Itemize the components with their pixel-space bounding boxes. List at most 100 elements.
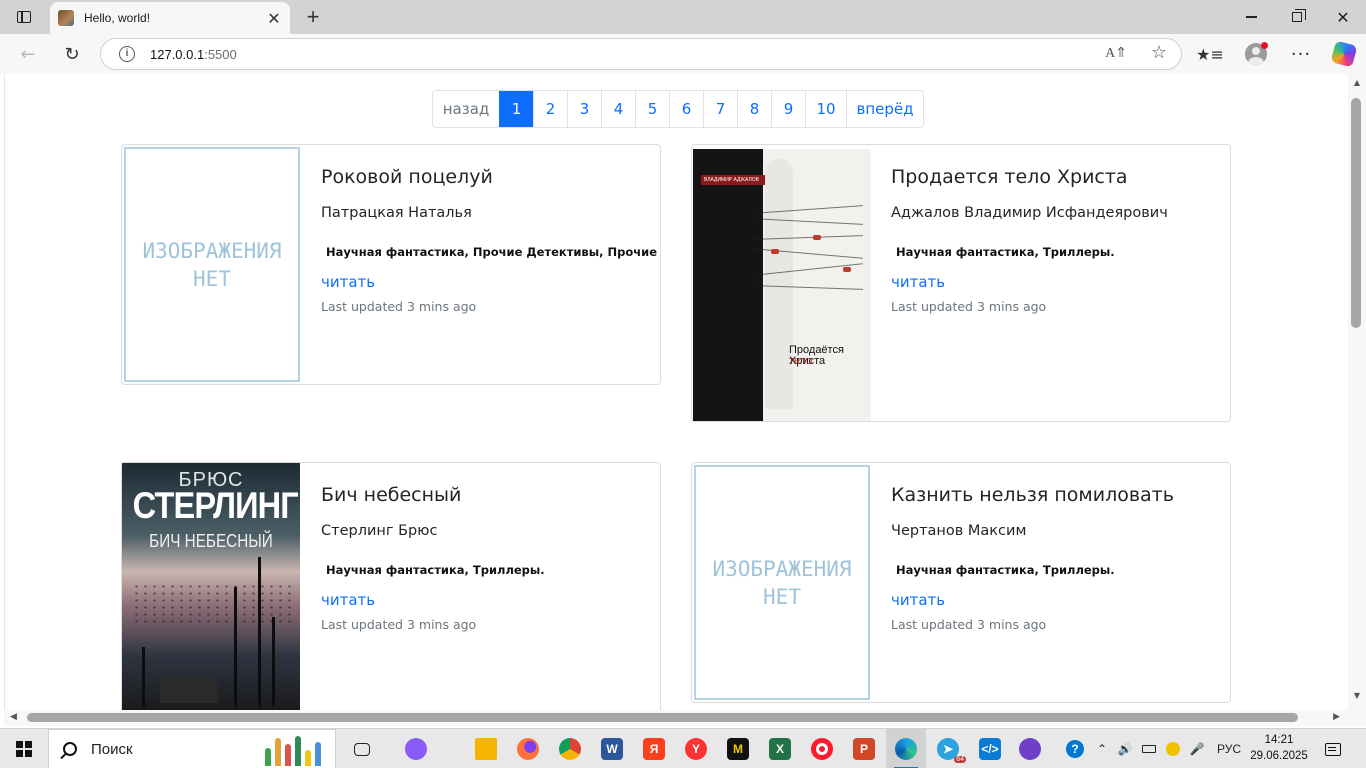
pagination-page-3[interactable]: 3 [567,91,601,127]
show-hidden-icons[interactable]: ⌃ [1092,729,1112,768]
powerpoint-icon[interactable]: P [844,729,884,768]
close-window-button[interactable]: ✕ [1320,0,1366,34]
back-icon[interactable]: ← [12,38,44,70]
browser-tab[interactable]: Hello, world! ✕ [50,2,290,34]
read-link[interactable]: читать [321,591,375,609]
battery-icon[interactable] [1138,729,1160,768]
horizontal-scrollbar[interactable]: ◀ ▶ [4,710,1348,726]
last-updated: Last updated 3 mins ago [891,617,1047,632]
excel-icon[interactable]: X [760,729,800,768]
scroll-down-icon[interactable]: ▼ [1348,691,1366,700]
vertical-scrollbar[interactable]: ▲ ▼ [1348,74,1366,710]
pagination-page-9[interactable]: 9 [771,91,805,127]
search-icon [63,742,77,756]
help-icon[interactable]: ? [1062,729,1088,768]
scroll-right-icon[interactable]: ▶ [1333,712,1340,722]
page-viewport: назад 1 2 3 4 5 6 7 8 9 10 вперёд ИЗОБРА… [4,74,1348,710]
pagination-page-2[interactable]: 2 [533,91,567,127]
cover-title: БИЧ НЕБЕСНЫЙ [149,531,273,551]
last-updated: Last updated 3 mins ago [321,617,477,632]
microphone-icon[interactable]: 🎤 [1186,729,1208,768]
book-cover: ИЗОБРАЖЕНИЯ НЕТ [692,463,870,702]
vscode-icon[interactable]: </> [970,729,1010,768]
no-image-line-2: НЕТ [763,584,801,609]
more-icon[interactable]: ··· [1285,38,1317,70]
copilot-icon[interactable] [1328,38,1360,70]
opera-icon[interactable] [802,729,842,768]
restore-button[interactable] [1274,0,1320,34]
sidebar-icon[interactable] [10,6,38,28]
address-bar[interactable]: i 127.0.0.1:5500 A⇑ ☆ [100,38,1182,70]
book-author: Чертанов Максим [891,523,1027,539]
firefox-icon[interactable] [508,729,548,768]
no-image-placeholder: ИЗОБРАЖЕНИЯ НЕТ [694,465,870,700]
url-text[interactable]: 127.0.0.1:5500 [150,47,237,62]
no-image-placeholder: ИЗОБРАЖЕНИЯ НЕТ [124,147,300,382]
pagination-page-7[interactable]: 7 [703,91,737,127]
last-updated: Last updated 3 mins ago [891,299,1047,314]
cover-author-last: СТЕРЛИНГ [132,485,299,526]
telegram-badge: 64 [954,756,966,763]
pagination-next[interactable]: вперёд [846,91,923,127]
pagination-prev[interactable]: назад [433,91,499,127]
pagination-page-4[interactable]: 4 [601,91,635,127]
close-tab-icon[interactable]: ✕ [262,6,286,30]
pagination-page-10[interactable]: 10 [805,91,846,127]
book-genres: Научная фантастика, Триллеры. [326,563,545,577]
clock-date: 29.06.2025 [1250,750,1308,762]
tab-title: Hello, world! [84,11,151,25]
task-view-icon[interactable] [342,729,382,768]
scroll-up-icon[interactable]: ▲ [1348,78,1366,87]
read-link[interactable]: читать [321,273,375,291]
new-tab-button[interactable]: + [300,4,326,30]
windows-logo-icon [16,741,32,757]
network-icon[interactable] [1162,729,1184,768]
file-explorer-icon[interactable] [466,729,506,768]
taskbar-search[interactable]: Поиск [48,729,336,768]
reload-icon[interactable]: ↻ [56,38,88,70]
start-button[interactable] [0,729,48,768]
book-card: БРЮС СТЕРЛИНГ БИЧ НЕБЕСНЫЙ Бич небесный … [121,462,661,710]
book-cover: БРЮС СТЕРЛИНГ БИЧ НЕБЕСНЫЙ [122,463,300,710]
mirage-icon[interactable]: M [718,729,758,768]
minimize-button[interactable] [1228,0,1274,34]
scroll-left-icon[interactable]: ◀ [10,712,17,722]
pagination-page-6[interactable]: 6 [669,91,703,127]
read-link[interactable]: читать [891,273,945,291]
volume-icon[interactable]: 🔊 [1114,729,1136,768]
book-card: ВЛАДИМИР АДЖАЛОВ Продаётся тело Христа П… [691,144,1231,422]
favorite-star-icon[interactable]: ☆ [1151,42,1167,63]
book-author: Патрацкая Наталья [321,205,472,221]
alice-icon[interactable] [396,729,436,768]
telegram-icon[interactable]: ➤ 64 [928,729,968,768]
pagination-page-1[interactable]: 1 [499,91,533,127]
yandex-icon[interactable]: Я [634,729,674,768]
search-label: Поиск [91,740,133,758]
horizontal-scroll-thumb[interactable] [27,713,1298,722]
vertical-scroll-thumb[interactable] [1351,98,1361,328]
clock[interactable]: 14:21 29.06.2025 [1244,732,1314,764]
browser-toolbar: ← ↻ i 127.0.0.1:5500 A⇑ ☆ ★≡ ··· [0,34,1366,74]
edge-icon[interactable] [886,729,926,768]
book-author: Аджалов Владимир Исфандеярович [891,205,1168,221]
clock-time: 14:21 [1264,734,1294,746]
chrome-icon[interactable] [550,729,590,768]
word-icon[interactable]: W [592,729,632,768]
read-link[interactable]: читать [891,591,945,609]
language-indicator[interactable]: РУС [1212,729,1246,768]
book-title: Бич небесный [321,484,462,506]
yandex-browser-icon[interactable]: Y [676,729,716,768]
favorites-icon[interactable]: ★≡ [1194,38,1226,70]
site-info-icon[interactable]: i [119,46,135,62]
book-cover: ВЛАДИМИР АДЖАЛОВ Продаётся тело Христа [693,149,871,421]
book-author: Стерлинг Брюс [321,523,438,539]
pagination-page-5[interactable]: 5 [635,91,669,127]
windows-taskbar: Поиск W Я Y M X P ➤ 64 </> ? ⌃ 🔊 🎤 РУС 14… [0,728,1366,768]
profile-icon[interactable] [1240,38,1272,70]
notifications-icon[interactable] [1318,729,1348,768]
pagination-page-8[interactable]: 8 [737,91,771,127]
book-card: ИЗОБРАЖЕНИЯ НЕТ Роковой поцелуй Патрацка… [121,144,661,385]
github-desktop-icon[interactable] [1010,729,1050,768]
read-aloud-icon[interactable]: A⇑ [1105,45,1127,62]
pagination: назад 1 2 3 4 5 6 7 8 9 10 вперёд [432,90,924,128]
